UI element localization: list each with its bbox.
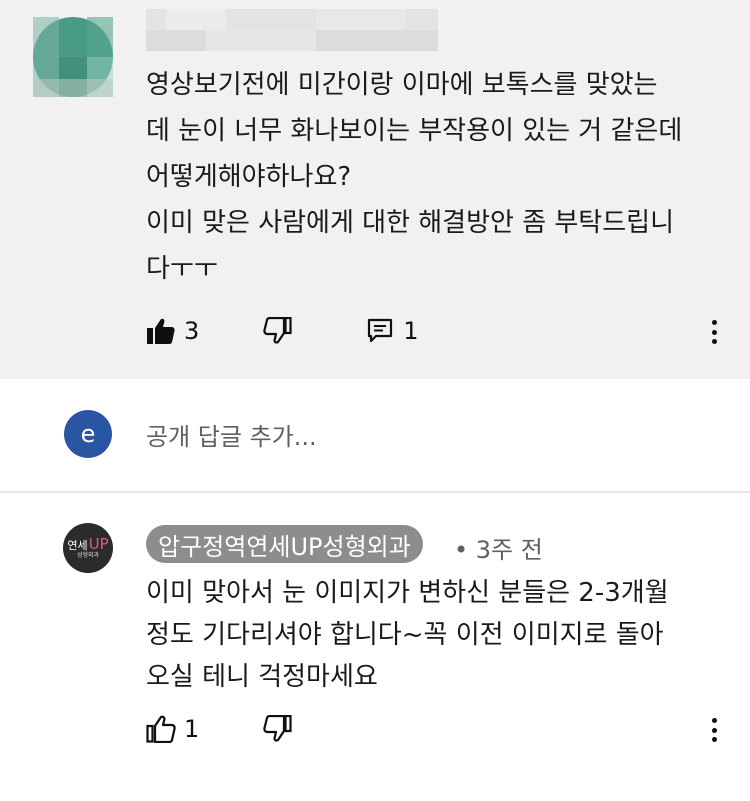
reply-line: 이미 맞아서 눈 이미지가 변하신 분들은 2-3개월 [146,578,669,608]
comment-line: 데 눈이 너무 화나보이는 부작용이 있는 거 같은데 [146,116,683,146]
comment-line: 어떻게해야하나요? [146,162,352,192]
current-user-avatar: e [64,410,112,458]
reply-like-count: 1 [184,715,200,743]
reply-input[interactable]: 공개 답글 추가... [146,417,317,452]
reply-line: 정도 기다리셔야 합니다~꼭 이전 이미지로 돌아 [146,620,664,650]
more-vertical-icon[interactable] [704,715,724,745]
thumbs-down-icon[interactable] [263,316,293,346]
channel-name-badge[interactable]: 압구정역연세UP성형외과 [146,525,423,563]
reply-text: 이미 맞아서 눈 이미지가 변하신 분들은 2-3개월 정도 기다리셔야 합니다… [146,572,726,698]
commenter-avatar[interactable] [33,17,113,97]
add-reply-row[interactable]: e 공개 답글 추가... [0,379,750,491]
divider [0,491,750,493]
channel-avatar[interactable]: 연세 UP 성형외과 [63,523,113,573]
comment-card: 영상보기전에 미간이랑 이마에 보톡스를 맞았는 데 눈이 너무 화나보이는 부… [0,0,750,379]
comment-line: 영상보기전에 미간이랑 이마에 보톡스를 맞았는 [146,70,658,100]
thumbs-down-icon[interactable] [263,714,293,744]
channel-avatar-text: 연세 [67,538,88,552]
comment-line: 이미 맞은 사람에게 대한 해결방안 좀 부탁드립니 [146,208,674,238]
reply-count: 1 [403,317,419,345]
comment-text: 영상보기전에 미간이랑 이마에 보톡스를 맞았는 데 눈이 너무 화나보이는 부… [146,62,726,292]
like-count: 3 [184,317,200,345]
comment-icon[interactable] [365,316,395,346]
more-vertical-icon[interactable] [704,317,724,347]
comment-actions: 3 1 [146,311,419,351]
thumbs-up-filled-icon[interactable] [146,316,176,346]
commenter-name[interactable] [146,9,438,51]
reply-line: 오실 테니 걱정마세요 [146,662,378,692]
reply-actions: 1 [146,709,293,749]
reply-timestamp: • 3주 전 [454,536,543,564]
comment-line: 다ㅜㅜ [146,254,218,284]
thumbs-up-outline-icon[interactable] [146,714,176,744]
channel-avatar-accent: UP [88,534,109,553]
channel-avatar-subtext: 성형외과 [76,551,100,559]
